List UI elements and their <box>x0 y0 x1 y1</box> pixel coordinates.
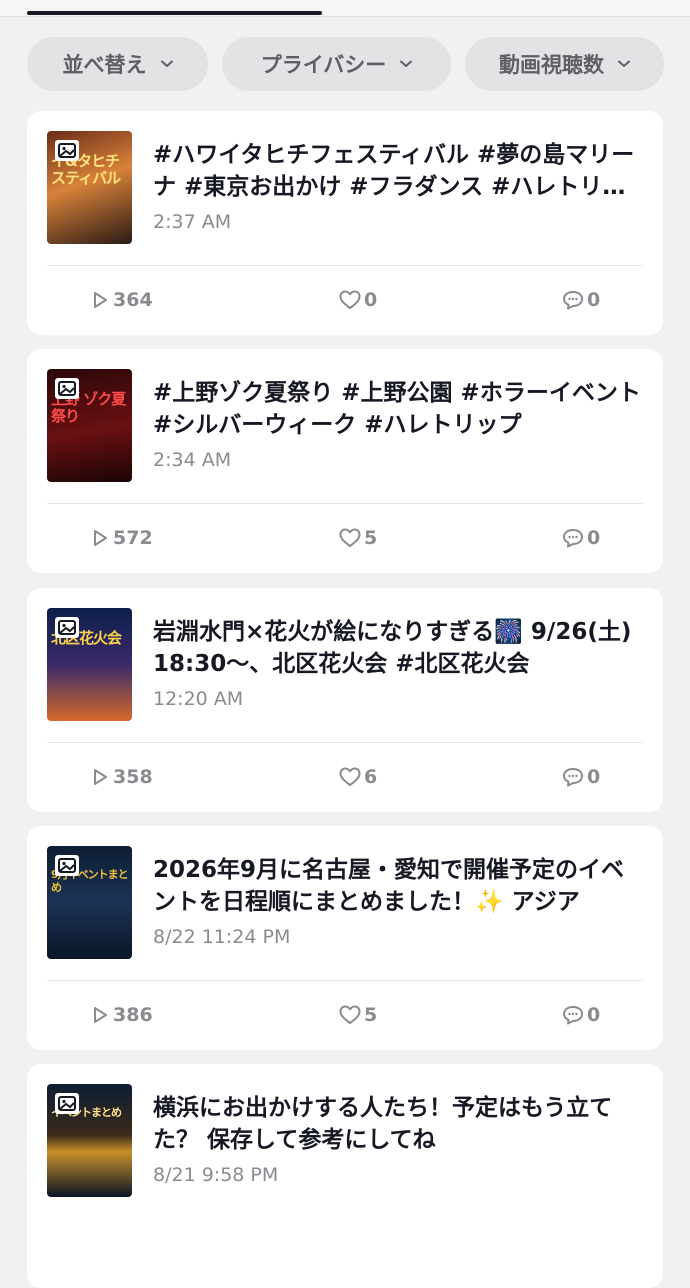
post-thumbnail[interactable]: 上野 ゾク夏祭り <box>47 369 132 482</box>
post-thumbnail[interactable]: 9月イベントまとめ <box>47 846 132 959</box>
likes-stat: 0 <box>339 287 377 313</box>
post-title: 2026年9月に名古屋・愛知で開催予定のイベントを日程順にまとめました！✨ アジ… <box>153 857 625 915</box>
comments-stat: 0 <box>562 525 600 551</box>
chevron-down-icon <box>400 60 413 68</box>
divider <box>47 265 643 266</box>
comments-count: 0 <box>587 527 601 549</box>
comments-count: 0 <box>587 289 601 311</box>
divider <box>47 503 643 504</box>
photo-badge <box>55 378 79 399</box>
post-card[interactable]: 上野 ゾク夏祭り #上野ゾク夏祭り #上野公園 #ホラーイベント #シルバーウィ… <box>27 349 663 573</box>
post-card[interactable]: イベントまとめ 横浜にお出かけする人たち！予定はもう立てた？ 保存して参考にして… <box>27 1064 663 1288</box>
image-icon <box>58 381 76 396</box>
views-stat: 386 <box>90 1002 153 1028</box>
comments-stat: 0 <box>562 287 600 313</box>
play-icon <box>94 1007 107 1023</box>
post-card[interactable]: イ&タヒチ スティバル #ハワイタヒチフェスティバル #夢の島マリーナ #東京お… <box>27 111 663 335</box>
likes-count: 5 <box>364 1004 378 1026</box>
views-filter-button[interactable]: 動画視聴数 <box>465 37 664 91</box>
comment-icon <box>563 1006 583 1025</box>
heart-icon <box>339 1005 361 1024</box>
comments-stat: 0 <box>562 764 600 790</box>
post-title: #ハワイタヒチフェスティバル #夢の島マリーナ #東京お出かけ #フラダンス #… <box>153 142 635 200</box>
views-count: 364 <box>113 289 153 311</box>
post-card[interactable]: 北区花火会 岩淵水門×花火が絵になりすぎる🎆 9/26(土)18:30〜、北区花… <box>27 588 663 812</box>
privacy-filter-button[interactable]: プライバシー <box>222 37 451 91</box>
privacy-filter-label: プライバシー <box>260 53 387 77</box>
heart-icon <box>339 767 361 786</box>
likes-stat: 5 <box>339 525 377 551</box>
photo-badge <box>55 617 79 638</box>
divider <box>47 980 643 981</box>
chevron-down-icon <box>160 60 173 68</box>
sort-filter-button[interactable]: 並べ替え <box>27 37 208 91</box>
post-time: 12:20 AM <box>153 688 244 710</box>
comments-count: 0 <box>587 766 601 788</box>
image-icon <box>58 620 76 635</box>
likes-stat: 5 <box>339 1002 377 1028</box>
filter-bar: 並べ替え プライバシー 動画視聴数 <box>0 37 690 91</box>
post-time: 8/21 9:58 PM <box>153 1164 279 1186</box>
divider <box>47 742 643 743</box>
post-time: 8/22 11:24 PM <box>153 926 291 948</box>
active-tab-indicator <box>27 11 322 15</box>
photo-badge <box>55 140 79 161</box>
views-count: 572 <box>113 527 153 549</box>
post-thumbnail[interactable]: イ&タヒチ スティバル <box>47 131 132 244</box>
comments-stat: 0 <box>562 1002 600 1028</box>
post-title: 岩淵水門×花火が絵になりすぎる🎆 9/26(土)18:30〜、北区花火会 #北区… <box>153 619 632 677</box>
sort-filter-label: 並べ替え <box>62 53 147 77</box>
comments-count: 0 <box>587 1004 601 1026</box>
heart-icon <box>339 528 361 547</box>
photo-badge <box>55 855 79 876</box>
comment-icon <box>563 291 583 310</box>
post-thumbnail[interactable]: イベントまとめ <box>47 1084 132 1197</box>
photo-badge <box>55 1093 79 1114</box>
comment-icon <box>563 768 583 787</box>
views-count: 358 <box>113 766 153 788</box>
post-time: 2:34 AM <box>153 449 232 471</box>
views-stat: 358 <box>90 764 153 790</box>
image-icon <box>58 1096 76 1111</box>
likes-stat: 6 <box>339 764 377 790</box>
views-count: 386 <box>113 1004 153 1026</box>
post-title: #上野ゾク夏祭り #上野公園 #ホラーイベント #シルバーウィーク #ハレトリッ… <box>153 380 641 438</box>
comment-icon <box>563 529 583 548</box>
views-filter-label: 動画視聴数 <box>499 53 604 77</box>
likes-count: 5 <box>364 527 378 549</box>
post-title: 横浜にお出かけする人たち！予定はもう立てた？ 保存して参考にしてね <box>153 1095 613 1153</box>
image-icon <box>58 143 76 158</box>
play-icon <box>94 292 107 308</box>
chevron-down-icon <box>618 60 630 68</box>
heart-icon <box>339 290 361 309</box>
play-icon <box>94 769 107 785</box>
post-thumbnail[interactable]: 北区花火会 <box>47 608 132 721</box>
likes-count: 0 <box>364 289 378 311</box>
views-stat: 364 <box>90 287 153 313</box>
likes-count: 6 <box>364 766 378 788</box>
views-stat: 572 <box>90 525 153 551</box>
post-card[interactable]: 9月イベントまとめ 2026年9月に名古屋・愛知で開催予定のイベントを日程順にま… <box>27 826 663 1050</box>
image-icon <box>58 858 76 873</box>
top-tab-bar <box>0 0 690 17</box>
post-time: 2:37 AM <box>153 211 232 233</box>
play-icon <box>94 530 107 546</box>
